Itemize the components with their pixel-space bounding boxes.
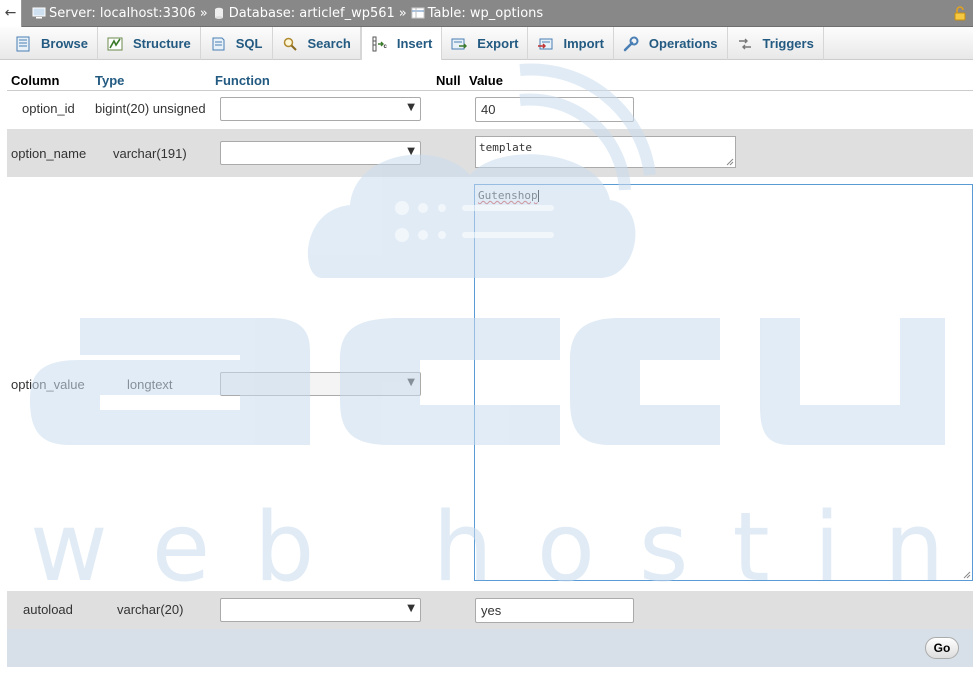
- header-function[interactable]: Function: [215, 73, 270, 88]
- tab-export[interactable]: Export: [442, 27, 529, 60]
- function-select[interactable]: ▼: [220, 372, 421, 396]
- wrench-icon: [623, 36, 639, 51]
- column-name: option_name: [11, 146, 87, 161]
- table-row: autoload varchar(20) ▼ yes: [7, 591, 973, 629]
- function-select[interactable]: ▼: [220, 141, 421, 165]
- table-row: option_name varchar(191) ▼ template: [7, 129, 973, 177]
- table-header: Column Type Function Null Value: [7, 72, 973, 91]
- chevron-down-icon: ▼: [407, 146, 415, 157]
- function-select[interactable]: ▼: [220, 97, 421, 121]
- browse-icon: [16, 36, 30, 51]
- value-input[interactable]: yes: [475, 598, 634, 623]
- breadcrumb-separator: »: [398, 5, 407, 21]
- column-type: varchar(191): [113, 146, 187, 161]
- breadcrumb-server[interactable]: Server: localhost:3306: [32, 6, 196, 21]
- tab-import[interactable]: Import: [528, 27, 614, 60]
- tab-operations[interactable]: Operations: [614, 27, 728, 60]
- breadcrumb: Server: localhost:3306 » Database: artic…: [22, 6, 543, 21]
- tab-bar: Browse Structure SQL Search c Insert Exp…: [0, 27, 973, 60]
- column-type: varchar(20): [117, 602, 184, 617]
- column-name: option_value: [11, 377, 85, 392]
- resize-grip-icon[interactable]: [963, 571, 971, 579]
- import-icon: [538, 38, 553, 49]
- breadcrumb-table[interactable]: Table: wp_options: [411, 6, 543, 21]
- chevron-down-icon: ▼: [407, 377, 415, 388]
- back-button[interactable]: ←: [0, 0, 22, 27]
- sql-icon: [212, 37, 225, 50]
- value-textarea[interactable]: template: [475, 136, 736, 168]
- resize-grip-icon[interactable]: [726, 158, 734, 166]
- arrow-left-icon: ←: [4, 5, 17, 21]
- breadcrumb-bar: ← Server: localhost:3306 » Database: art…: [0, 0, 973, 27]
- tab-browse[interactable]: Browse: [6, 27, 98, 60]
- column-type: longtext: [127, 377, 173, 392]
- chevron-down-icon: ▼: [407, 102, 415, 113]
- tab-sql[interactable]: SQL: [201, 27, 273, 60]
- go-button[interactable]: Go: [925, 637, 959, 659]
- function-select[interactable]: ▼: [220, 598, 421, 622]
- lock-icon[interactable]: [953, 6, 967, 21]
- value-textarea[interactable]: Gutenshop: [474, 184, 973, 581]
- column-name: option_id: [22, 101, 75, 116]
- header-value: Value: [469, 73, 503, 88]
- text-cursor: [537, 190, 539, 202]
- value-input[interactable]: 40: [475, 97, 634, 122]
- tab-triggers[interactable]: Triggers: [728, 27, 824, 60]
- svg-text:c: c: [383, 44, 387, 50]
- search-icon: [283, 37, 297, 51]
- insert-icon: c: [372, 36, 387, 51]
- header-null: Null: [436, 73, 461, 88]
- header-type[interactable]: Type: [95, 73, 124, 88]
- table-icon: [411, 7, 425, 19]
- column-name: autoload: [23, 602, 73, 617]
- triggers-icon: [738, 38, 751, 49]
- form-footer: Go: [7, 629, 973, 667]
- chevron-down-icon: ▼: [407, 603, 415, 614]
- server-icon: [32, 7, 46, 19]
- tab-structure[interactable]: Structure: [98, 27, 201, 60]
- structure-icon: [107, 37, 123, 50]
- table-row: option_id bigint(20) unsigned ▼ 40: [7, 91, 973, 128]
- export-icon: [451, 38, 468, 49]
- header-column: Column: [11, 73, 60, 88]
- column-type: bigint(20) unsigned: [95, 101, 206, 116]
- table-row: option_value longtext ▼ Gutenshop: [7, 178, 973, 590]
- breadcrumb-database[interactable]: Database: articlef_wp561: [212, 6, 395, 21]
- tab-insert[interactable]: c Insert: [360, 27, 443, 60]
- database-icon: [214, 7, 223, 19]
- breadcrumb-separator: »: [199, 5, 208, 21]
- tab-search[interactable]: Search: [273, 27, 361, 60]
